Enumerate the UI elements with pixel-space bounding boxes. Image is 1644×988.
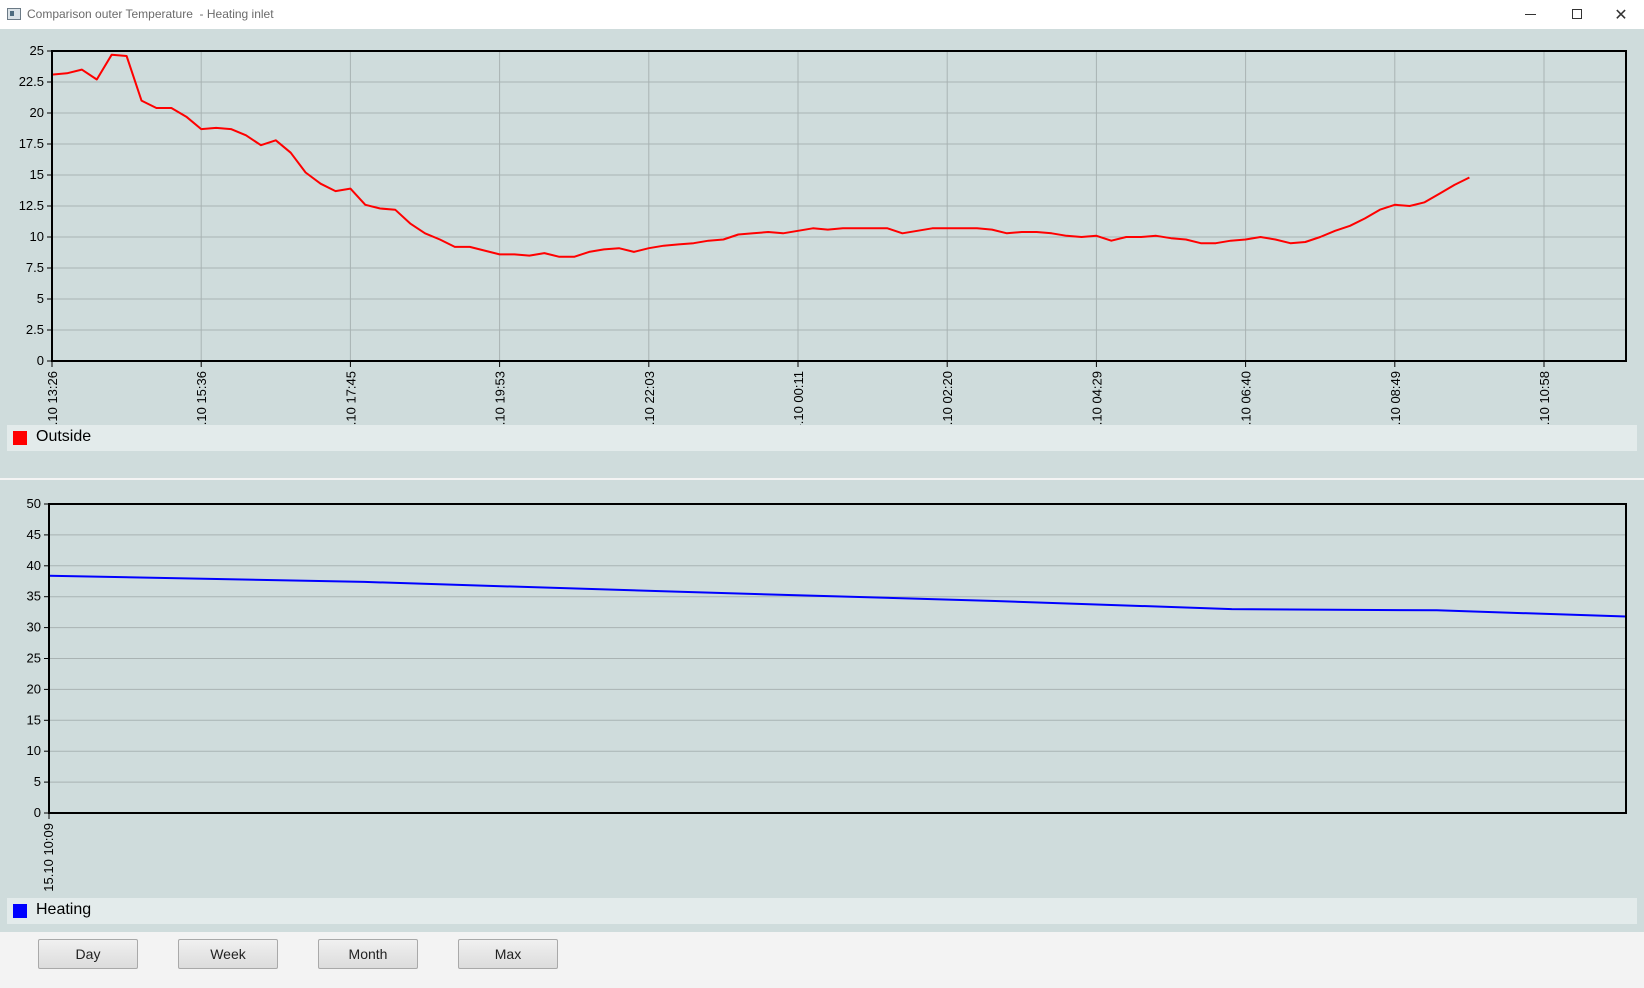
y-tick-label: 22.5 bbox=[19, 74, 44, 89]
y-tick-label: 10 bbox=[30, 229, 44, 244]
maximize-button[interactable] bbox=[1554, 0, 1600, 29]
y-tick-label: 0 bbox=[34, 805, 41, 820]
y-tick-label: 17.5 bbox=[19, 136, 44, 151]
outside-chart-panel: 0 2.5 5 7.5 10 12.5 15 17.5 20 22.5 25 14.10 13:26 1… bbox=[0, 29, 1644, 478]
y-tick-label: 12.5 bbox=[19, 198, 44, 213]
week-button[interactable]: Week bbox=[178, 939, 278, 969]
y-tick-label: 0 bbox=[37, 353, 44, 368]
window-title: Comparison outer Temperature - Heating i… bbox=[27, 7, 274, 21]
y-tick-label: 25 bbox=[30, 43, 44, 58]
month-button[interactable]: Month bbox=[318, 939, 418, 969]
day-button[interactable]: Day bbox=[38, 939, 138, 969]
y-tick-label: 2.5 bbox=[26, 322, 44, 337]
y-tick-label: 20 bbox=[30, 105, 44, 120]
outside-temperature-chart: 02.557.51012.51517.52022.52514.10 13:26 1… bbox=[19, 43, 1627, 440]
heating-chart-panel: 0 5 10 15 20 25 30 35 40 45 50 15.10 10:09 Heating bbox=[0, 480, 1644, 932]
heating-legend-swatch bbox=[13, 904, 27, 918]
heating-legend-label: Heating bbox=[36, 901, 92, 918]
max-button[interactable]: Max bbox=[458, 939, 558, 969]
y-tick-label: 5 bbox=[34, 774, 41, 789]
y-tick-label: 40 bbox=[27, 558, 41, 573]
outside-legend: Outside bbox=[7, 425, 1637, 451]
y-tick-label: 30 bbox=[27, 620, 41, 635]
heating-legend: Heating bbox=[7, 898, 1637, 924]
minimize-button[interactable] bbox=[1508, 0, 1554, 29]
y-tick-label: 45 bbox=[27, 527, 41, 542]
title-bar: Comparison outer Temperature - Heating i… bbox=[0, 0, 1644, 29]
y-tick-label: 25 bbox=[27, 651, 41, 666]
close-icon: ✕ bbox=[1614, 5, 1628, 24]
outside-legend-swatch bbox=[13, 431, 27, 445]
y-tick-label: 15 bbox=[30, 167, 44, 182]
maximize-icon bbox=[1572, 9, 1582, 19]
y-tick-label: 7.5 bbox=[26, 260, 44, 275]
x-tick-label: 15.10 10:09 bbox=[41, 823, 56, 892]
app-icon bbox=[7, 8, 21, 20]
y-tick-label: 35 bbox=[27, 589, 41, 604]
close-button[interactable]: ✕ bbox=[1598, 0, 1644, 29]
heating-temperature-chart: 0 5 10 15 20 25 30 35 40 45 50 15.10 10:09 bbox=[27, 496, 1627, 892]
y-tick-label: 5 bbox=[37, 291, 44, 306]
y-tick-label: 50 bbox=[27, 496, 41, 511]
y-tick-label: 15 bbox=[27, 712, 41, 727]
range-button-bar: Day Week Month Max bbox=[0, 932, 1644, 988]
outside-legend-label: Outside bbox=[36, 428, 92, 445]
y-tick-label: 20 bbox=[27, 681, 41, 696]
y-tick-label: 10 bbox=[27, 743, 41, 758]
minimize-icon bbox=[1525, 14, 1536, 15]
